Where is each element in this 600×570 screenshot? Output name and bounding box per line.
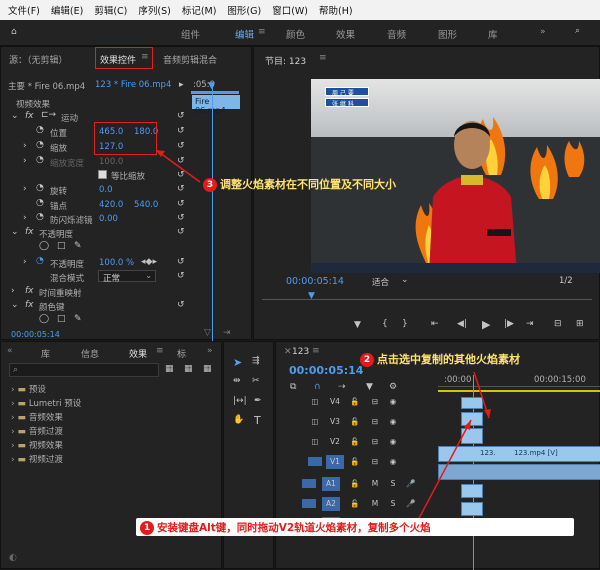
annotation-number-3: 3	[203, 178, 217, 192]
annotation-3: 3 调整火焰素材在不同位置及不同大小	[203, 176, 396, 192]
annotation-1-text: 安装键盘Alt键，同时拖动V2轨道火焰素材，复制多个火焰	[157, 522, 431, 534]
annotation-1: 1 安装键盘Alt键，同时拖动V2轨道火焰素材，复制多个火焰	[140, 520, 431, 535]
annotation-number-1: 1	[140, 521, 154, 535]
annotation-2-text: 点击选中复制的其他火焰素材	[377, 353, 520, 366]
annotation-arrow-3	[155, 149, 201, 183]
annotation-3-text: 调整火焰素材在不同位置及不同大小	[220, 178, 396, 191]
annotation-2: 2 点击选中复制的其他火焰素材	[360, 351, 520, 367]
annotation-1-box: 1 安装键盘Alt键，同时拖动V2轨道火焰素材，复制多个火焰	[136, 518, 574, 536]
annotation-number-2: 2	[360, 353, 374, 367]
